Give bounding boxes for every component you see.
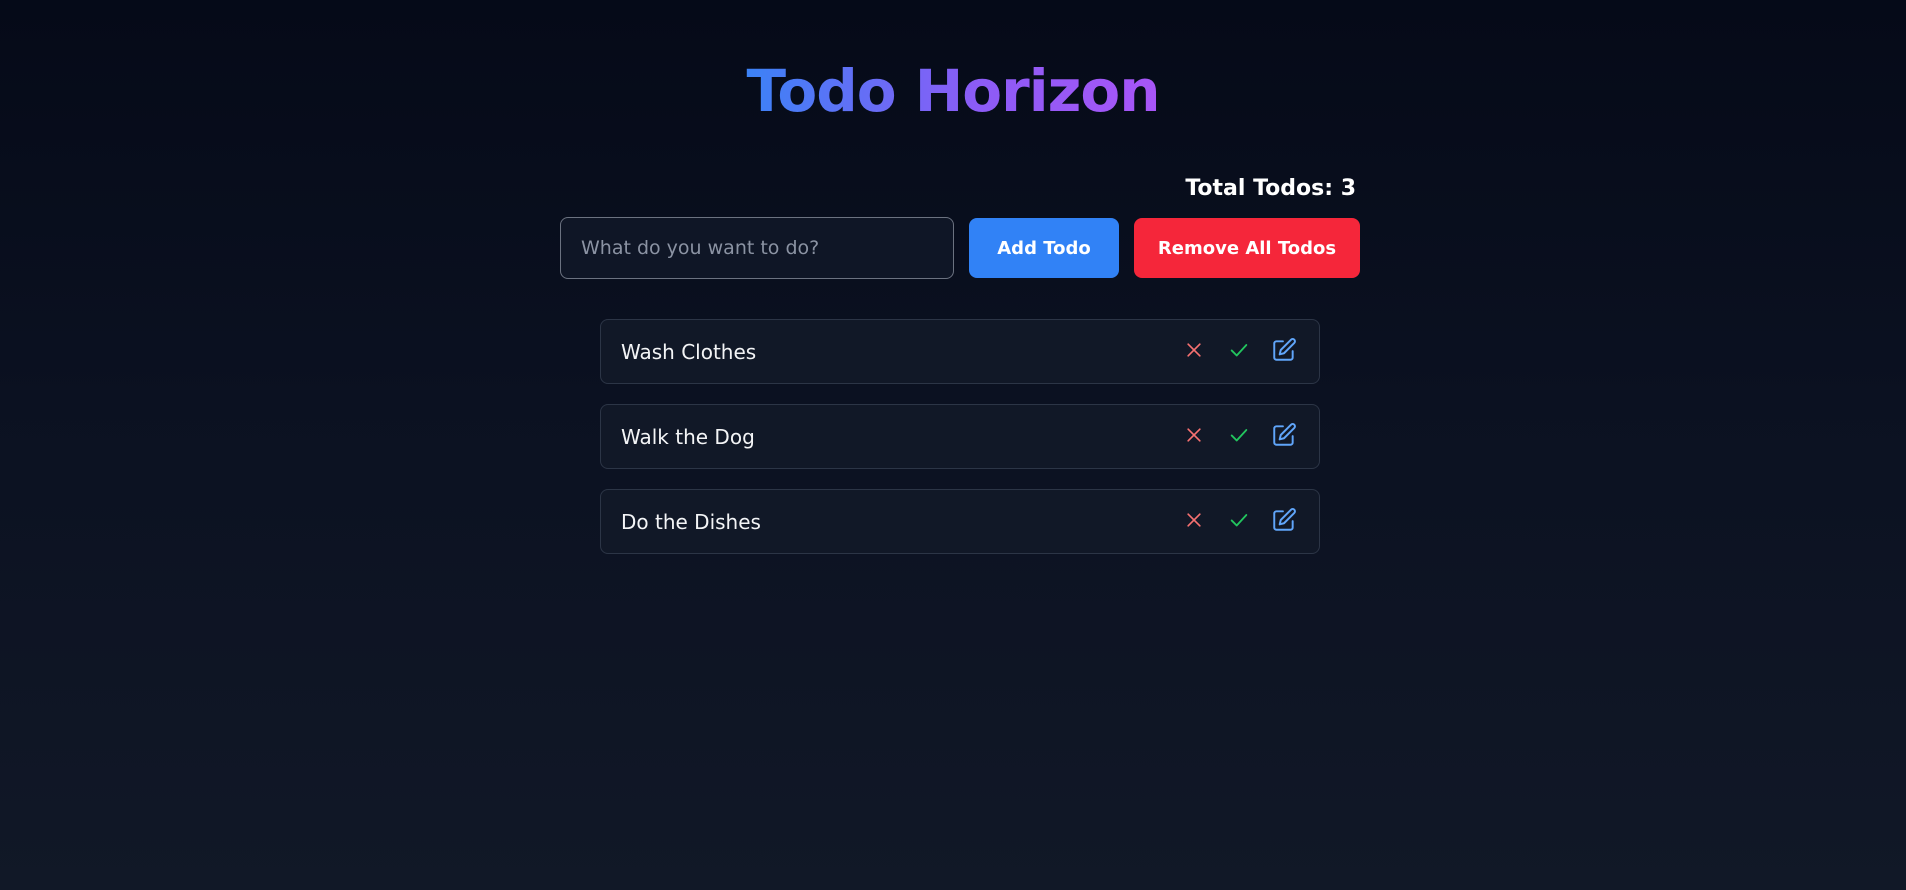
complete-todo-button[interactable]	[1225, 336, 1252, 363]
delete-todo-button[interactable]	[1180, 421, 1207, 448]
edit-todo-button[interactable]	[1270, 506, 1297, 533]
delete-todo-button[interactable]	[1180, 506, 1207, 533]
complete-todo-button[interactable]	[1225, 421, 1252, 448]
todo-input[interactable]	[560, 217, 954, 279]
todo-item-text: Do the Dishes	[621, 509, 761, 534]
todo-item: Wash Clothes	[600, 319, 1320, 384]
edit-icon	[1272, 337, 1296, 361]
page-title-text: Todo Horizon	[746, 57, 1160, 125]
todo-item-text: Wash Clothes	[621, 339, 757, 364]
page-title: Todo Horizon	[0, 56, 1906, 126]
check-icon	[1230, 428, 1247, 441]
edit-icon	[1272, 507, 1296, 531]
todo-list: Wash Clothes Walk the Dog Do the Dishes	[600, 319, 1320, 574]
x-icon	[1186, 342, 1201, 357]
todo-actions	[1180, 421, 1297, 448]
check-icon	[1230, 513, 1247, 526]
edit-todo-button[interactable]	[1270, 421, 1297, 448]
x-icon	[1186, 427, 1201, 442]
add-todo-button[interactable]: Add Todo	[969, 218, 1119, 278]
todo-item: Walk the Dog	[600, 404, 1320, 469]
total-todos-count: Total Todos: 3	[1185, 176, 1356, 201]
complete-todo-button[interactable]	[1225, 506, 1252, 533]
todo-item: Do the Dishes	[600, 489, 1320, 554]
todo-actions	[1180, 336, 1297, 363]
check-icon	[1230, 343, 1247, 356]
edit-todo-button[interactable]	[1270, 336, 1297, 363]
remove-all-todos-button[interactable]: Remove All Todos	[1134, 218, 1360, 278]
todo-actions	[1180, 506, 1297, 533]
todo-item-text: Walk the Dog	[621, 424, 755, 449]
edit-icon	[1272, 422, 1296, 446]
x-icon	[1186, 512, 1201, 527]
delete-todo-button[interactable]	[1180, 336, 1207, 363]
